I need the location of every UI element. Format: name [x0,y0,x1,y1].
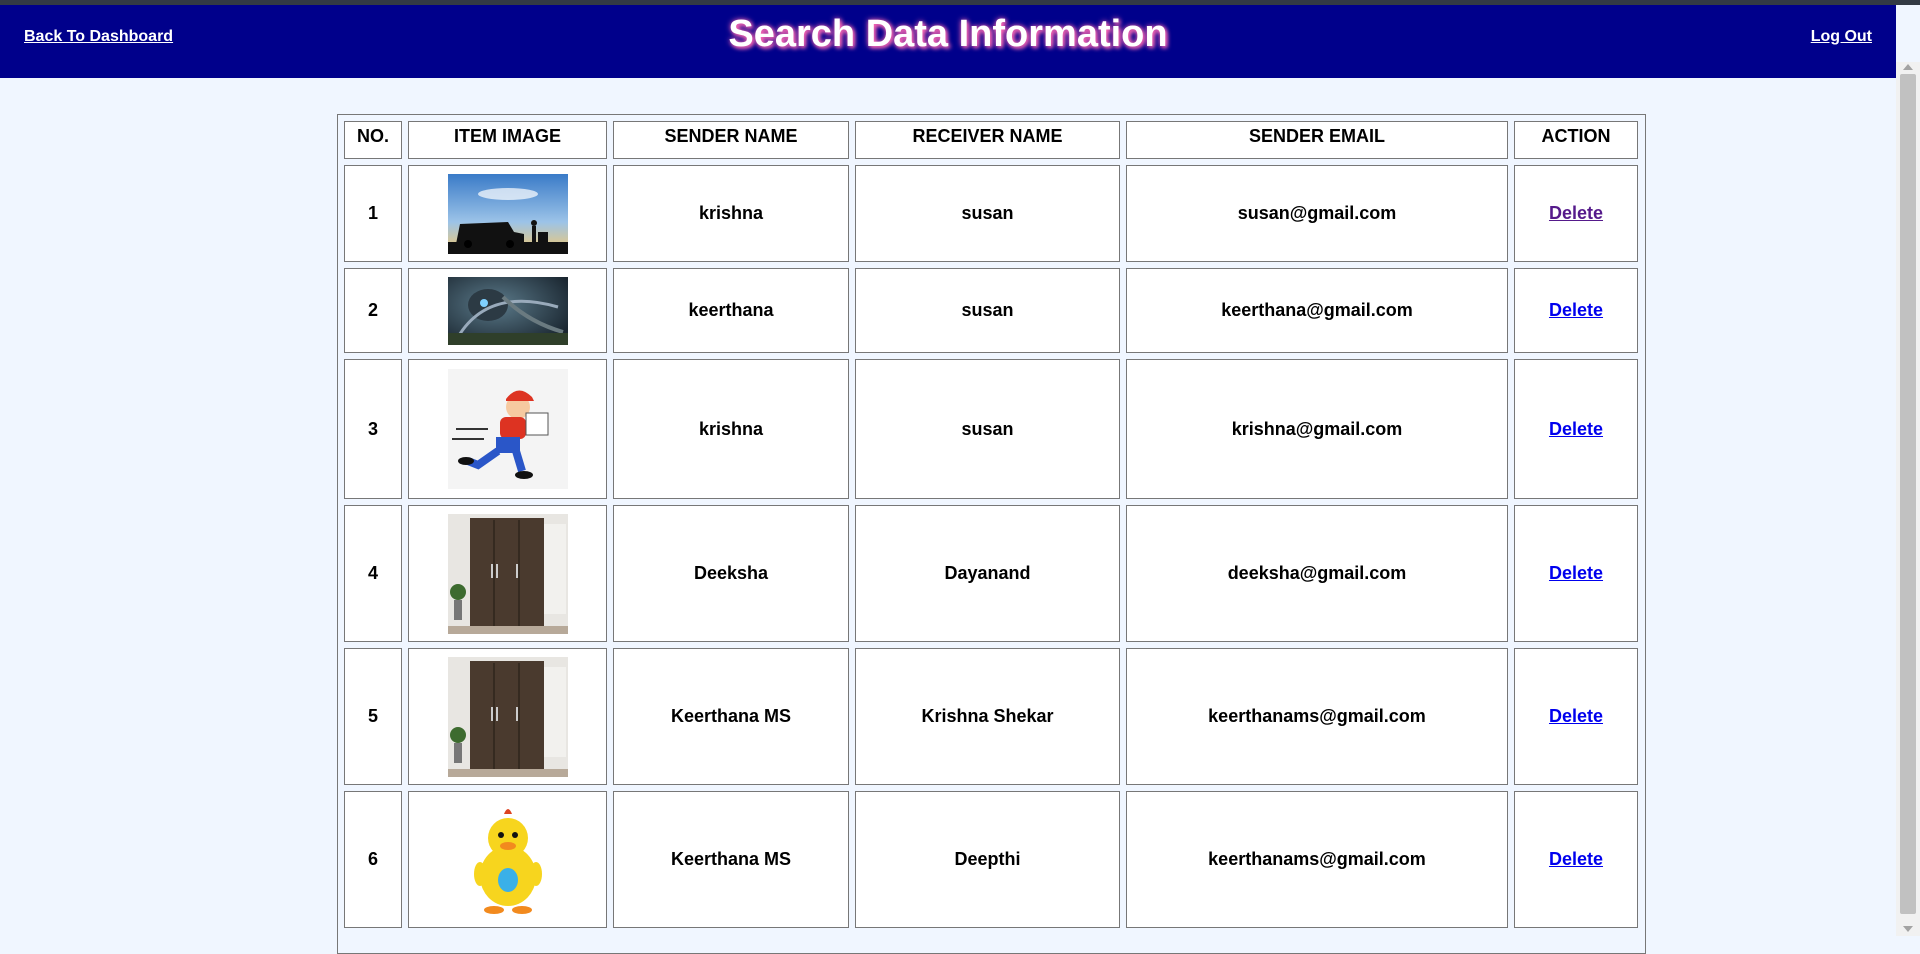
cell-sender-email: keerthana@gmail.com [1126,268,1508,353]
cell-item-image [408,648,607,785]
header-bar: Back To Dashboard Search Data Informatio… [0,5,1896,78]
delivery-van-sunset-icon [447,173,568,254]
cell-sender-name: krishna [613,359,849,499]
column-header-sender-name: SENDER NAME [613,121,849,159]
scroll-down-icon[interactable] [1903,926,1913,932]
cell-item-image [408,359,607,499]
cell-item-image [408,505,607,642]
cell-no: 2 [344,268,402,353]
table-row: 3 krishna susan krishna@gmail.com Delete [344,359,1638,499]
delete-link[interactable]: Delete [1549,706,1603,726]
cell-receiver-name: susan [855,268,1120,353]
cell-item-image [408,268,607,353]
cell-no: 5 [344,648,402,785]
cell-sender-email: krishna@gmail.com [1126,359,1508,499]
table-row: 2 keerthana susan keerthana@gmail.com De… [344,268,1638,353]
cell-sender-name: keerthana [613,268,849,353]
logout-link[interactable]: Log Out [1811,28,1872,46]
cell-no: 4 [344,505,402,642]
cell-receiver-name: susan [855,165,1120,262]
scrollbar-thumb[interactable] [1900,74,1916,914]
wooden-wardrobe-icon [447,513,568,634]
delete-link[interactable]: Delete [1549,419,1603,439]
cell-action: Delete [1514,505,1638,642]
cartoon-delivery-man-icon [447,369,568,489]
cell-action: Delete [1514,648,1638,785]
page-title: Search Data Information [728,13,1168,55]
cell-receiver-name: Dayanand [855,505,1120,642]
cell-sender-email: keerthanams@gmail.com [1126,648,1508,785]
column-header-no: NO. [344,121,402,159]
cell-sender-email: susan@gmail.com [1126,165,1508,262]
column-header-action: ACTION [1514,121,1638,159]
cell-receiver-name: Krishna Shekar [855,648,1120,785]
cell-no: 6 [344,791,402,928]
robot-creature-art-icon [447,276,568,345]
cell-action: Delete [1514,268,1638,353]
cell-sender-email: deeksha@gmail.com [1126,505,1508,642]
table-row: 1 krishna susan susan@gmail.com Delete [344,165,1638,262]
cell-sender-name: Keerthana MS [613,791,849,928]
cell-sender-name: Keerthana MS [613,648,849,785]
cell-item-image [408,791,607,928]
table-header-row: NO. ITEM IMAGE SENDER NAME RECEIVER NAME… [344,121,1638,159]
delete-link[interactable]: Delete [1549,203,1603,223]
cell-sender-email: keerthanams@gmail.com [1126,791,1508,928]
column-header-item-image: ITEM IMAGE [408,121,607,159]
scroll-up-icon[interactable] [1903,64,1913,70]
delete-link[interactable]: Delete [1549,563,1603,583]
cell-sender-name: krishna [613,165,849,262]
delete-link[interactable]: Delete [1549,300,1603,320]
cell-sender-name: Deeksha [613,505,849,642]
column-header-receiver-name: RECEIVER NAME [855,121,1120,159]
column-header-sender-email: SENDER EMAIL [1126,121,1508,159]
cell-action: Delete [1514,165,1638,262]
table-row: 5 Keerthana MS Krishna Shekar keerthanam… [344,648,1638,785]
yellow-duck-toy-icon [447,799,568,920]
cell-receiver-name: susan [855,359,1120,499]
delete-link[interactable]: Delete [1549,849,1603,869]
cell-action: Delete [1514,359,1638,499]
vertical-scrollbar[interactable] [1896,62,1920,936]
cell-action: Delete [1514,791,1638,928]
cell-receiver-name: Deepthi [855,791,1120,928]
table-row: 4 Deeksha Dayanand deeksha@gmail.com Del… [344,505,1638,642]
data-table-container: NO. ITEM IMAGE SENDER NAME RECEIVER NAME… [337,114,1646,954]
cell-no: 3 [344,359,402,499]
cell-no: 1 [344,165,402,262]
cell-item-image [408,165,607,262]
table-row: 6 Keerthana MS Deepthi keerthanams@gmail… [344,791,1638,928]
wooden-wardrobe-icon [447,656,568,777]
data-table: NO. ITEM IMAGE SENDER NAME RECEIVER NAME… [338,115,1644,934]
